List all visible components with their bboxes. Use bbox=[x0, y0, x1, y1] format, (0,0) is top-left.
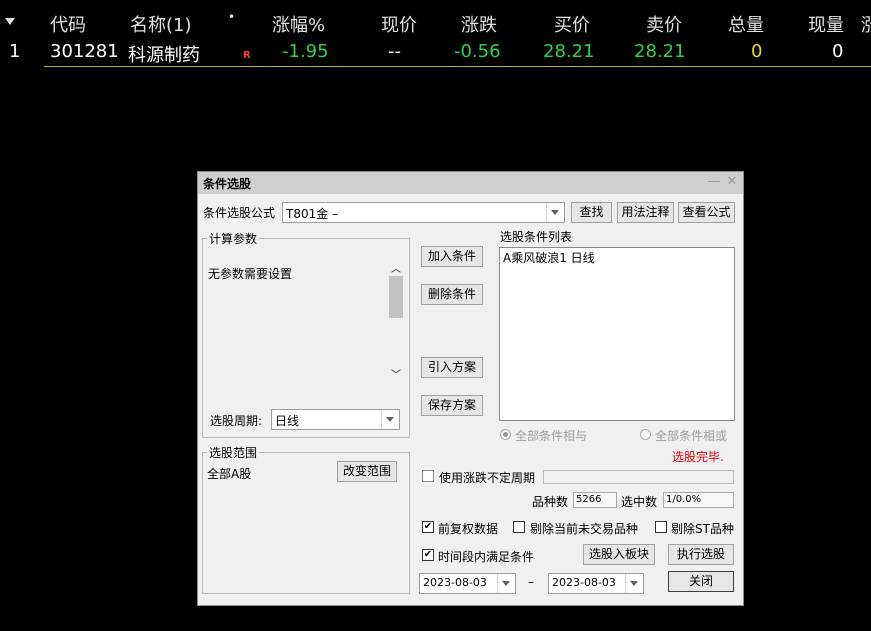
row-underline bbox=[44, 66, 871, 67]
condition-screener-dialog: 条件选股 — ✕ 条件选股公式 T801金 – 查找 用法注释 查看公式 计算参… bbox=[197, 171, 744, 606]
params-scrollbar[interactable]: ︿ ﹀ bbox=[388, 258, 404, 384]
exclude-untraded-checkbox[interactable] bbox=[513, 521, 525, 533]
radio-and-label[interactable]: 全部条件相与 bbox=[515, 427, 587, 444]
find-button[interactable]: 查找 bbox=[571, 202, 612, 223]
import-plan-button[interactable]: 引入方案 bbox=[421, 357, 483, 378]
chevron-down-icon[interactable] bbox=[381, 410, 399, 429]
table-header: 代码 名称(1) • 涨幅% 现价 涨跌 买价 卖价 总量 现量 涨 bbox=[0, 8, 871, 36]
uncertain-period-label[interactable]: 使用涨跌不定周期 bbox=[439, 469, 535, 486]
stock-count-label: 品种数 bbox=[532, 495, 569, 509]
dialog-titlebar[interactable]: 条件选股 — ✕ bbox=[198, 172, 743, 194]
pre-adjust-label[interactable]: 前复权数据 bbox=[438, 520, 498, 537]
formula-select[interactable]: T801金 – bbox=[282, 202, 565, 223]
col-cur-volume[interactable]: 现量 bbox=[808, 11, 844, 37]
progress-bar bbox=[543, 470, 734, 484]
top-menu-strip bbox=[0, 0, 871, 4]
row-change-pct: -1.95 bbox=[282, 41, 329, 62]
list-item[interactable]: A乘风破浪1 日线 bbox=[503, 249, 595, 266]
date-from-value: 2023-08-03 bbox=[423, 576, 487, 589]
period-value: 日线 bbox=[275, 414, 300, 428]
col-bid[interactable]: 买价 bbox=[554, 11, 590, 37]
close-icon[interactable]: ✕ bbox=[725, 174, 739, 190]
range-value: 全部A股 bbox=[207, 467, 252, 481]
radio-or[interactable] bbox=[640, 429, 651, 440]
row-price: -- bbox=[388, 41, 401, 62]
table-row[interactable]: 1 301281 科源制药 R -1.95 -- -0.56 28.21 28.… bbox=[0, 38, 871, 66]
chevron-down-icon[interactable] bbox=[497, 574, 515, 593]
row-change: -0.56 bbox=[454, 41, 501, 62]
condition-list-label: 选股条件列表 bbox=[500, 230, 573, 244]
row-code: 301281 bbox=[50, 41, 119, 62]
uncertain-period-checkbox[interactable] bbox=[422, 470, 434, 482]
time-range-checkbox[interactable]: ✔ bbox=[422, 549, 434, 561]
row-index: 1 bbox=[9, 41, 21, 62]
selected-count-label: 选中数 bbox=[621, 495, 658, 509]
chevron-down-icon[interactable] bbox=[546, 203, 564, 222]
col-more[interactable]: 涨 bbox=[861, 11, 871, 37]
col-price[interactable]: 现价 bbox=[381, 11, 417, 37]
chevron-down-icon[interactable] bbox=[625, 574, 643, 593]
dialog-title: 条件选股 bbox=[203, 177, 252, 191]
minimize-icon[interactable]: — bbox=[707, 174, 721, 190]
period-select[interactable]: 日线 bbox=[271, 409, 400, 430]
stock-count-field: 5266 bbox=[573, 492, 617, 508]
status-text: 选股完毕. bbox=[672, 450, 724, 464]
pre-adjust-checkbox[interactable]: ✔ bbox=[422, 521, 434, 533]
close-button[interactable]: 关闭 bbox=[668, 571, 734, 592]
row-ask: 28.21 bbox=[634, 41, 686, 62]
selected-count-field: 1/0.0% bbox=[663, 492, 734, 508]
save-plan-button[interactable]: 保存方案 bbox=[421, 395, 483, 416]
col-code[interactable]: 代码 bbox=[50, 11, 86, 37]
r-flag-badge: R bbox=[243, 50, 251, 61]
view-formula-button[interactable]: 查看公式 bbox=[678, 202, 735, 223]
range-group-label: 选股范围 bbox=[207, 444, 260, 461]
exclude-st-checkbox[interactable] bbox=[655, 521, 667, 533]
add-condition-button[interactable]: 加入条件 bbox=[421, 246, 483, 267]
execute-button[interactable]: 执行选股 bbox=[668, 544, 734, 565]
usage-notes-button[interactable]: 用法注释 bbox=[617, 202, 674, 223]
exclude-untraded-label[interactable]: 剔除当前未交易品种 bbox=[530, 520, 638, 537]
row-bid: 28.21 bbox=[543, 41, 595, 62]
row-volume: 0 bbox=[751, 41, 763, 62]
delete-condition-button[interactable]: 删除条件 bbox=[421, 284, 483, 305]
col-change[interactable]: 涨跌 bbox=[461, 11, 497, 37]
date-to-picker[interactable]: 2023-08-03 bbox=[548, 573, 644, 594]
col-volume[interactable]: 总量 bbox=[728, 11, 764, 37]
radio-and[interactable] bbox=[500, 429, 511, 440]
scroll-down-icon[interactable]: ﹀ bbox=[391, 366, 401, 381]
scroll-thumb[interactable] bbox=[389, 276, 403, 318]
col-change-pct[interactable]: 涨幅% bbox=[272, 11, 325, 37]
date-from-picker[interactable]: 2023-08-03 bbox=[419, 573, 516, 594]
formula-label: 条件选股公式 bbox=[203, 206, 276, 220]
date-to-value: 2023-08-03 bbox=[552, 576, 616, 589]
sort-down-icon[interactable] bbox=[5, 18, 15, 25]
col-dot[interactable]: • bbox=[228, 10, 235, 24]
formula-value: T801金 – bbox=[286, 207, 339, 221]
time-range-label[interactable]: 时间段内满足条件 bbox=[438, 548, 534, 565]
condition-listbox[interactable]: A乘风破浪1 日线 bbox=[499, 247, 735, 421]
params-text: 无参数需要设置 bbox=[208, 267, 293, 281]
date-separator: – bbox=[528, 575, 534, 589]
scroll-up-icon[interactable]: ︿ bbox=[391, 260, 401, 275]
radio-or-label[interactable]: 全部条件相或 bbox=[655, 427, 727, 444]
change-range-button[interactable]: 改变范围 bbox=[337, 461, 397, 482]
exclude-st-label[interactable]: 剔除ST品种 bbox=[671, 520, 734, 537]
params-group-label: 计算参数 bbox=[207, 230, 260, 247]
row-name: 科源制药 bbox=[128, 45, 200, 66]
period-label: 选股周期: bbox=[210, 414, 263, 428]
col-name[interactable]: 名称(1) bbox=[130, 11, 192, 37]
row-cur-volume: 0 bbox=[832, 41, 844, 62]
to-block-button[interactable]: 选股入板块 bbox=[583, 544, 655, 565]
col-ask[interactable]: 卖价 bbox=[646, 11, 682, 37]
